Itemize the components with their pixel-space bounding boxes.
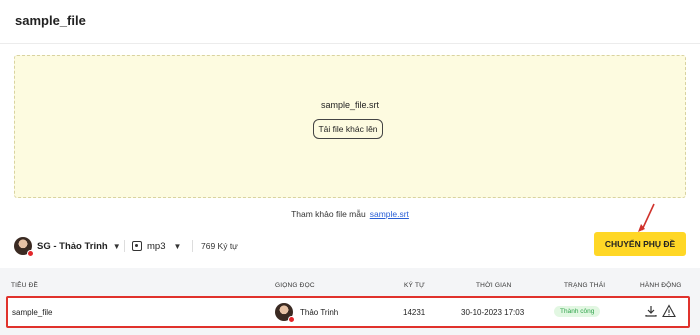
row-title: sample_file (12, 308, 53, 317)
flag-badge (27, 250, 34, 257)
header-voice: GIỌNG ĐỌC (275, 282, 315, 289)
download-icon[interactable] (644, 304, 658, 318)
flag-badge (288, 316, 295, 323)
voice-label: SG - Thảo Trinh (37, 240, 108, 252)
chevron-down-icon: ▼ (112, 241, 121, 251)
history-table: TIÊU ĐỀ GIỌNG ĐỌC KÝ TỰ THỜI GIAN TRẠNG … (0, 268, 700, 335)
upload-panel: sample_file sample_file.srt Tải file khá… (0, 0, 700, 265)
avatar (275, 303, 295, 323)
avatar (14, 237, 34, 257)
uploaded-file-name: sample_file.srt (320, 100, 380, 110)
table-header: TIÊU ĐỀ GIỌNG ĐỌC KÝ TỰ THỜI GIAN TRẠNG … (3, 268, 697, 298)
header-actions: HÀNH ĐỘNG (640, 282, 682, 289)
char-count: 769 Ký tự (201, 241, 238, 251)
format-label: mp3 (147, 240, 166, 252)
sample-link[interactable]: sample.srt (370, 209, 409, 219)
warning-icon[interactable] (662, 304, 676, 318)
arrow-annotation (638, 203, 655, 232)
sample-text: Tham khảo file mẫu (291, 209, 366, 219)
divider (192, 240, 193, 252)
table-row[interactable]: sample_file Thảo Trinh 14231 30-10-2023 … (6, 296, 690, 328)
file-dropzone[interactable]: sample_file.srt Tải file khác lên (14, 55, 686, 198)
header-title: TIÊU ĐỀ (11, 282, 39, 289)
divider (124, 240, 125, 252)
reupload-button[interactable]: Tải file khác lên (313, 119, 383, 139)
header-time: THỜI GIAN (476, 282, 512, 289)
voice-select[interactable]: SG - Thảo Trinh ▼ (14, 234, 121, 258)
header-status: TRẠNG THÁI (564, 282, 606, 289)
format-select[interactable]: mp3 ▼ (132, 234, 181, 258)
row-voice: Thảo Trinh (300, 308, 339, 317)
divider (0, 43, 700, 44)
audio-file-icon (132, 241, 142, 251)
header-chars: KÝ TỰ (404, 282, 425, 289)
sample-line: Tham khảo file mẫu sample.srt (0, 209, 700, 219)
controls-bar: SG - Thảo Trinh ▼ mp3 ▼ 769 Ký tự CHUYỂN… (14, 232, 686, 258)
status-badge: Thành công (554, 306, 601, 317)
chevron-down-icon: ▼ (173, 241, 182, 251)
page-title: sample_file (15, 13, 86, 28)
row-chars: 14231 (403, 308, 426, 317)
row-time: 30-10-2023 17:03 (461, 308, 525, 317)
